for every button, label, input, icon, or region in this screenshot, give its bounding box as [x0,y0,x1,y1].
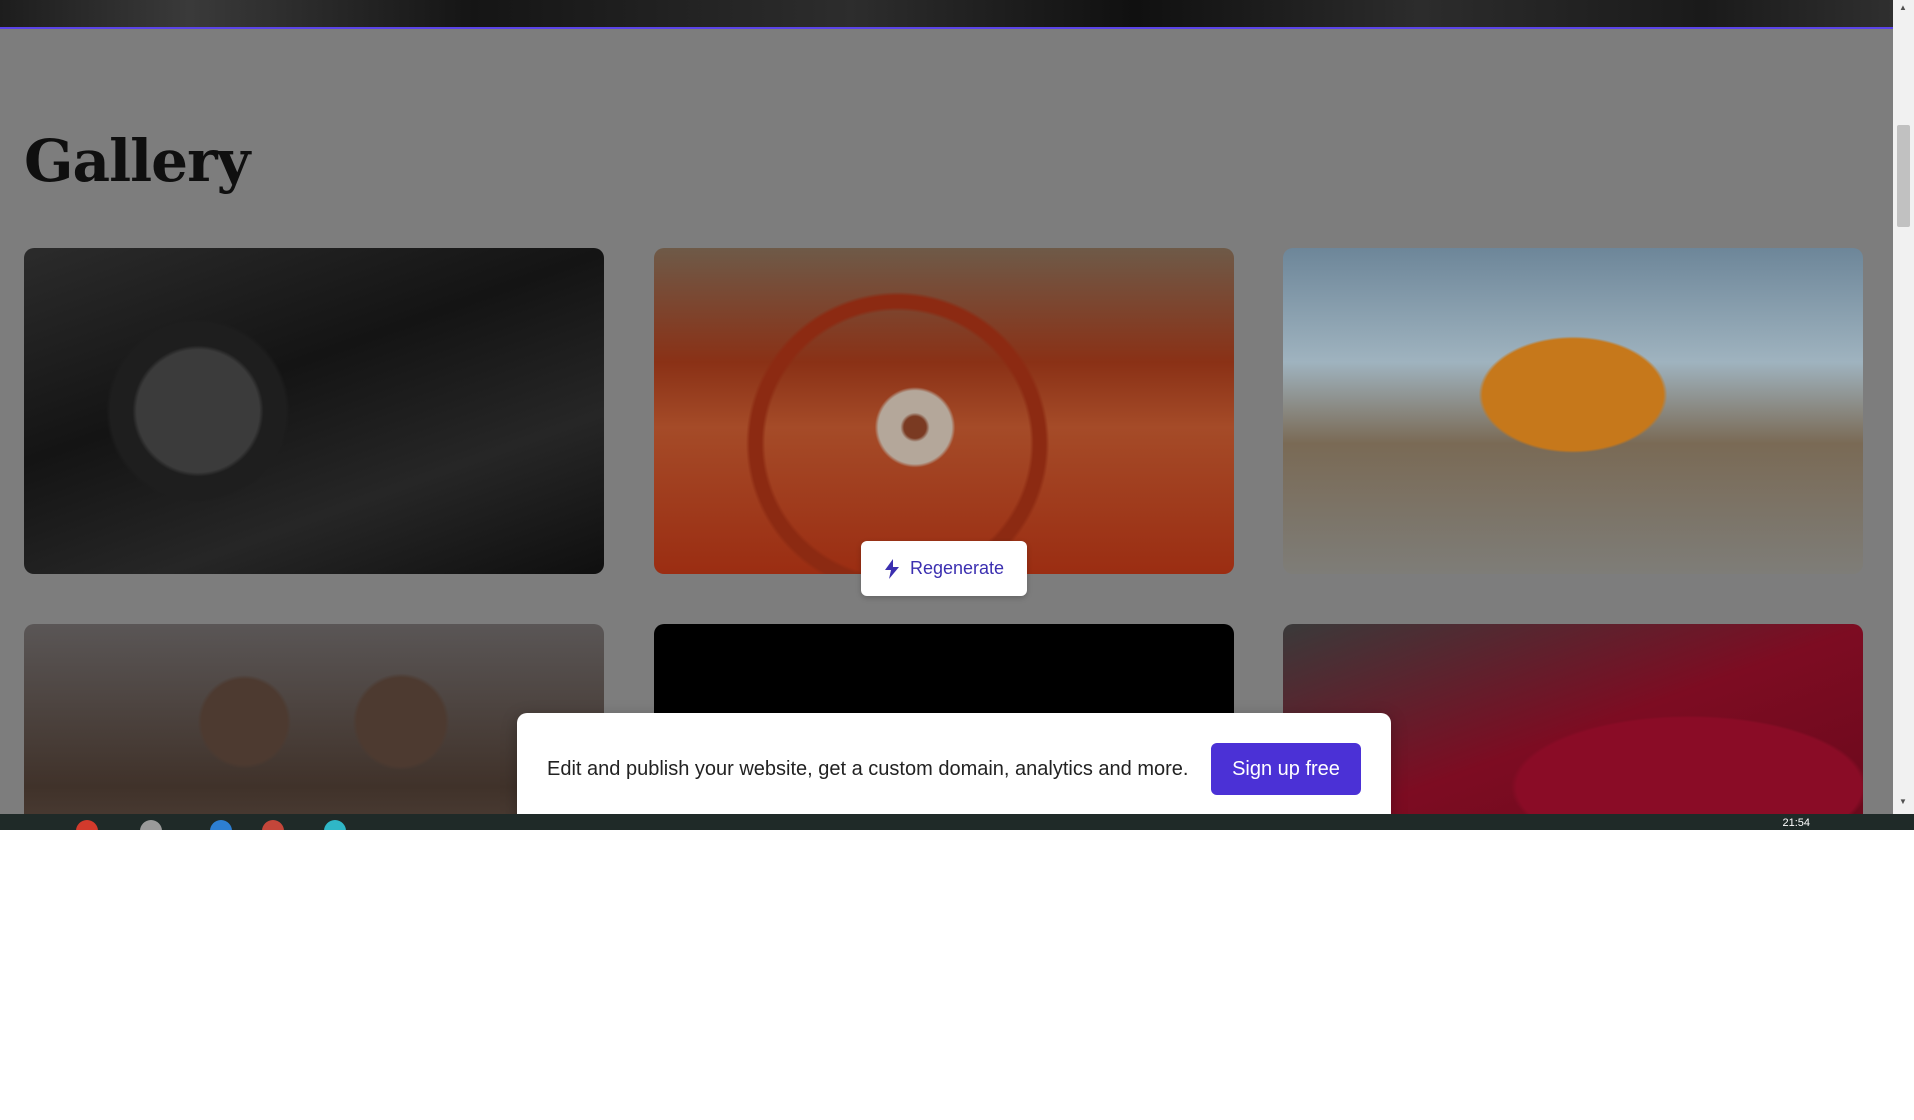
os-taskbar: 21:54 [0,814,1914,830]
scroll-down-arrow-icon[interactable]: ▼ [1899,798,1907,806]
banner-text: Edit and publish your website, get a cus… [547,757,1189,780]
gallery-photo [24,248,604,574]
gallery-photo [1283,248,1863,574]
page-title: Gallery [24,127,250,195]
gallery-card-classic-dashboard[interactable] [654,248,1234,574]
gallery-card-yellow-van[interactable] [1283,248,1863,574]
regenerate-button[interactable]: Regenerate [861,541,1027,596]
taskbar-clock[interactable]: 21:54 [1782,817,1810,829]
browser-viewport: Gallery Regenerate Edit and publish your… [0,0,1914,814]
scrollbar-thumb[interactable] [1897,125,1910,227]
taskbar-app-icon[interactable] [210,820,232,830]
taskbar-app-icon[interactable] [324,820,346,830]
gallery-card-truck-interior[interactable] [24,248,604,574]
page-scrollbar[interactable]: ▲ ▼ [1893,0,1914,814]
signup-banner: Edit and publish your website, get a cus… [517,713,1391,814]
scroll-up-arrow-icon[interactable]: ▲ [1899,4,1907,12]
sign-up-button[interactable]: Sign up free [1211,743,1361,795]
hero-image-strip [0,0,1893,29]
regenerate-label: Regenerate [909,558,1005,578]
gallery-section: Gallery Regenerate Edit and publish your… [0,29,1893,814]
gallery-photo [654,248,1234,574]
taskbar-app-icon[interactable] [76,820,98,830]
taskbar-app-icon[interactable] [262,820,284,830]
lightning-icon [884,558,899,579]
taskbar-app-icon[interactable] [140,820,162,830]
